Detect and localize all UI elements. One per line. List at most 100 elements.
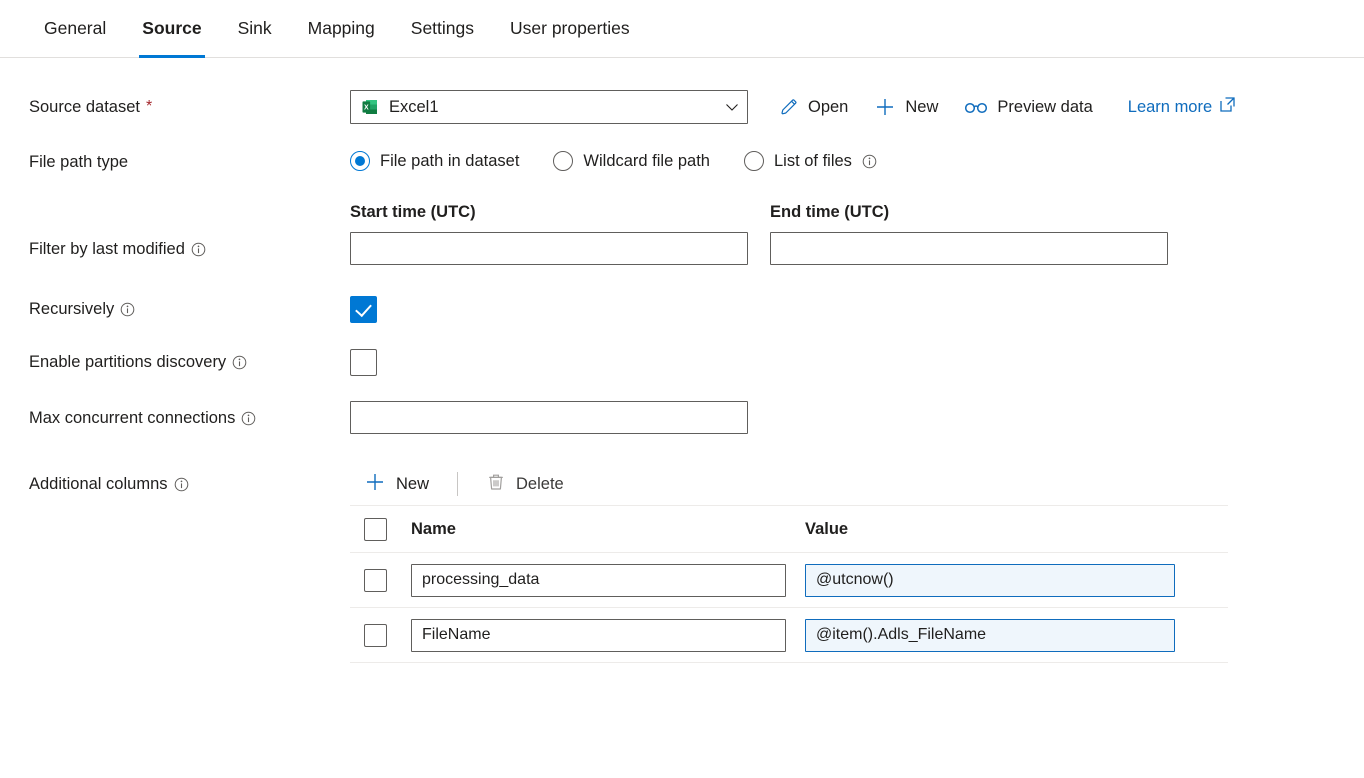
label-text: Source dataset bbox=[29, 97, 140, 116]
glasses-icon bbox=[964, 99, 988, 115]
source-dataset-dropdown[interactable]: X Excel1 bbox=[350, 90, 748, 124]
row-value-cell bbox=[805, 563, 1228, 597]
info-icon[interactable] bbox=[241, 411, 256, 426]
tab-label: Source bbox=[142, 18, 202, 38]
label-text: Max concurrent connections bbox=[29, 408, 236, 427]
tab-general[interactable]: General bbox=[26, 0, 124, 58]
preview-data-label: Preview data bbox=[997, 97, 1093, 116]
end-time-input[interactable] bbox=[770, 232, 1168, 265]
required-asterisk: * bbox=[146, 98, 153, 115]
column-header-name: Name bbox=[411, 519, 456, 538]
select-all-checkbox[interactable] bbox=[364, 517, 387, 541]
label-text: Enable partitions discovery bbox=[29, 353, 227, 371]
label-text: Recursively bbox=[29, 300, 115, 318]
preview-data-button[interactable]: Preview data bbox=[951, 90, 1105, 124]
recursively-row: Recursively bbox=[0, 296, 1364, 323]
tab-settings[interactable]: Settings bbox=[393, 0, 492, 58]
column-name-input[interactable] bbox=[411, 618, 786, 652]
additional-columns-table: New Delete Name Value processing_data @u… bbox=[350, 463, 1228, 663]
tab-mapping[interactable]: Mapping bbox=[290, 0, 393, 58]
column-value-input[interactable] bbox=[805, 563, 1175, 597]
toolbar-divider bbox=[457, 472, 459, 496]
source-dataset-label: Source dataset * bbox=[0, 90, 350, 124]
row-checkbox[interactable] bbox=[364, 623, 387, 647]
source-form: Source dataset * X Excel1 Open New Previ… bbox=[0, 90, 1364, 663]
tab-label: Settings bbox=[410, 18, 475, 38]
radio-indicator bbox=[350, 151, 370, 171]
tab-label: User properties bbox=[510, 18, 630, 38]
row-value-cell bbox=[805, 618, 1228, 652]
label-text: Additional columns bbox=[29, 474, 168, 493]
tab-source[interactable]: Source bbox=[124, 0, 219, 58]
info-icon[interactable] bbox=[232, 355, 247, 370]
row-select-cell bbox=[364, 623, 411, 647]
additional-columns-row: Additional columns New Delete Name Value… bbox=[0, 463, 1364, 663]
trash-icon bbox=[486, 472, 506, 497]
open-label: Open bbox=[808, 97, 849, 116]
max-concurrent-connections-input[interactable] bbox=[350, 401, 748, 434]
row-name-cell bbox=[411, 618, 805, 652]
filter-by-last-modified-row: Filter by last modified bbox=[0, 232, 1364, 266]
info-icon[interactable] bbox=[862, 154, 877, 169]
new-dataset-button[interactable]: New bbox=[861, 90, 951, 124]
tab-label: General bbox=[44, 18, 107, 38]
additional-columns-label: Additional columns bbox=[0, 463, 350, 505]
tab-label: Sink bbox=[237, 18, 272, 38]
row-select-cell bbox=[364, 568, 411, 592]
column-value-input[interactable] bbox=[805, 618, 1175, 652]
column-header-value: Value bbox=[805, 519, 849, 538]
max-concurrent-connections-row: Max concurrent connections bbox=[0, 401, 1364, 435]
radio-file-path-in-dataset[interactable]: File path in dataset bbox=[350, 151, 519, 171]
external-link-icon bbox=[1219, 96, 1236, 118]
delete-column-label: Delete bbox=[516, 474, 564, 493]
svg-text:X: X bbox=[364, 105, 369, 112]
start-time-label: Start time (UTC) bbox=[350, 203, 476, 221]
file-path-type-label: File path type bbox=[0, 151, 350, 173]
learn-more-label: Learn more bbox=[1127, 97, 1213, 116]
recursively-checkbox[interactable] bbox=[350, 296, 377, 323]
start-time-input[interactable] bbox=[350, 232, 748, 265]
table-row bbox=[350, 608, 1228, 663]
add-column-button[interactable]: New bbox=[350, 466, 443, 502]
delete-column-button[interactable]: Delete bbox=[472, 466, 578, 502]
radio-wildcard-file-path[interactable]: Wildcard file path bbox=[553, 151, 710, 171]
plus-icon bbox=[364, 471, 386, 498]
radio-label: List of files bbox=[773, 151, 852, 170]
max-concurrent-connections-label: Max concurrent connections bbox=[0, 401, 350, 435]
label-text: File path type bbox=[29, 152, 129, 171]
info-icon[interactable] bbox=[191, 242, 206, 257]
radio-label: File path in dataset bbox=[380, 151, 520, 170]
label-text: Filter by last modified bbox=[29, 239, 185, 258]
radio-indicator bbox=[743, 151, 764, 171]
enable-partitions-discovery-checkbox[interactable] bbox=[350, 349, 377, 376]
time-headers-row: Start time (UTC) End time (UTC) bbox=[0, 203, 1364, 222]
row-name-cell bbox=[411, 563, 805, 597]
tab-bar: General Source Sink Mapping Settings Use… bbox=[0, 0, 1364, 58]
enable-partitions-discovery-label: Enable partitions discovery bbox=[0, 349, 350, 376]
info-icon[interactable] bbox=[120, 302, 135, 317]
radio-list-of-files[interactable]: List of files bbox=[743, 151, 877, 171]
tab-sink[interactable]: Sink bbox=[220, 0, 290, 58]
enable-partitions-discovery-row: Enable partitions discovery bbox=[0, 349, 1364, 376]
open-button[interactable]: Open bbox=[766, 90, 861, 124]
tab-label: Mapping bbox=[307, 18, 375, 38]
recursively-label: Recursively bbox=[0, 296, 350, 323]
source-dataset-value: Excel1 bbox=[389, 97, 439, 116]
learn-more-link[interactable]: Learn more bbox=[1128, 96, 1236, 118]
plus-icon bbox=[874, 96, 896, 118]
pencil-icon bbox=[779, 97, 799, 117]
source-dataset-row: Source dataset * X Excel1 Open New Previ… bbox=[0, 90, 1364, 124]
tab-user-properties[interactable]: User properties bbox=[492, 0, 648, 58]
end-time-label: End time (UTC) bbox=[770, 203, 890, 221]
row-checkbox[interactable] bbox=[364, 568, 387, 592]
info-icon[interactable] bbox=[174, 477, 189, 492]
add-column-label: New bbox=[396, 474, 430, 493]
excel-file-icon: X bbox=[361, 98, 379, 116]
file-path-type-radio-group: File path in dataset Wildcard file path … bbox=[350, 151, 877, 171]
additional-columns-toolbar: New Delete bbox=[350, 463, 1228, 505]
column-name-input[interactable] bbox=[411, 563, 786, 597]
new-label: New bbox=[905, 97, 939, 116]
radio-label: Wildcard file path bbox=[583, 151, 710, 170]
chevron-down-icon bbox=[725, 100, 739, 114]
radio-indicator bbox=[553, 151, 574, 171]
